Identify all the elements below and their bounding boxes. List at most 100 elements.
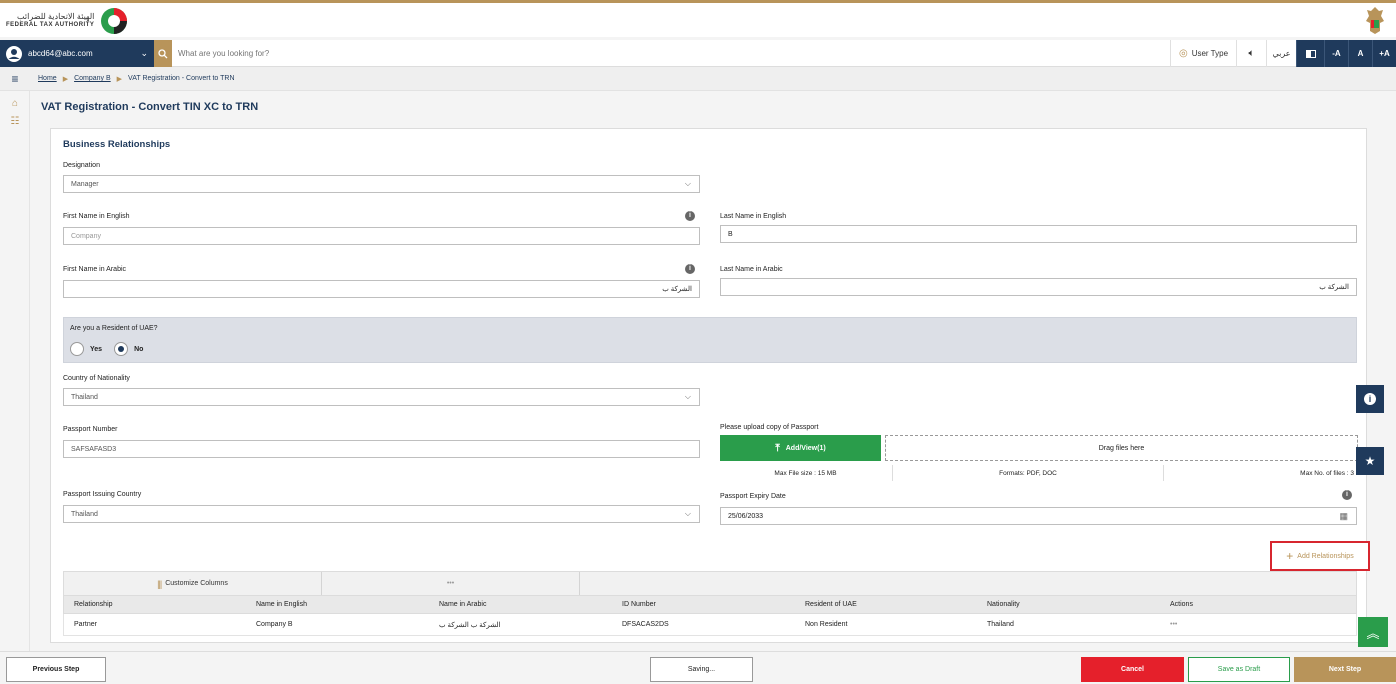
- search-icon: [158, 48, 168, 58]
- first-name-english-field[interactable]: Company: [63, 227, 700, 245]
- user-avatar-icon: [6, 45, 22, 62]
- home-icon[interactable]: ⌂: [0, 95, 30, 113]
- font-decrease-button[interactable]: -A: [1324, 40, 1348, 67]
- saving-button[interactable]: Saving...: [650, 657, 753, 682]
- menu-icon[interactable]: ≡: [0, 72, 30, 86]
- breadcrumb-separator-icon: ▶: [116, 75, 123, 83]
- cell-id-number: DFSACAS2DS: [622, 621, 669, 628]
- row-actions-button[interactable]: •••: [1170, 614, 1177, 635]
- user-type-label: User Type: [1191, 49, 1229, 58]
- expiry-date-value: 25/06/2033: [728, 512, 764, 520]
- column-header[interactable]: Name in English: [256, 596, 307, 613]
- designation-label: Designation: [63, 162, 100, 169]
- fta-emblem-icon: [101, 8, 128, 34]
- previous-step-button[interactable]: Previous Step: [6, 657, 106, 682]
- first-name-arabic-label: First Name in Arabic: [63, 266, 127, 273]
- cell-nationality: Thailand: [987, 621, 1014, 628]
- resident-no-radio[interactable]: [114, 342, 129, 356]
- expiry-date-field[interactable]: 25/06/2033 ▦: [720, 507, 1357, 525]
- toolbar-more-button[interactable]: •••: [322, 572, 580, 595]
- cell-resident: Non Resident: [805, 621, 848, 628]
- issuing-country-select[interactable]: Thailand ⌵: [63, 505, 700, 523]
- last-name-arabic-value: الشركة ب: [1319, 284, 1349, 291]
- column-header: Actions: [1170, 601, 1193, 608]
- contrast-toggle[interactable]: [1296, 40, 1324, 67]
- info-float-button[interactable]: i: [1356, 385, 1384, 413]
- issuing-country-value: Thailand: [71, 510, 98, 518]
- info-icon[interactable]: i: [685, 264, 695, 274]
- expiry-date-label: Passport Expiry Date: [720, 493, 786, 500]
- column-header[interactable]: Nationality: [987, 596, 1020, 613]
- fta-logo[interactable]: الهيئة الاتحادية للضرائب FEDERAL TAX AUT…: [6, 7, 128, 35]
- nationality-label: Country of Nationality: [63, 375, 130, 382]
- designation-select[interactable]: Manager ⌵: [63, 175, 700, 193]
- cell-relationship: Partner: [74, 621, 97, 628]
- star-icon: ★: [1364, 454, 1376, 468]
- scroll-top-button[interactable]: ︽: [1358, 617, 1388, 647]
- favorites-float-button[interactable]: ★: [1356, 447, 1384, 475]
- brand-name-arabic: الهيئة الاتحادية للضرائب: [17, 12, 95, 21]
- user-type-button[interactable]: ◎ User Type: [1170, 40, 1236, 67]
- add-view-upload-button[interactable]: ⤒ Add/View(1): [720, 435, 881, 461]
- uae-emblem-icon: [1366, 7, 1384, 34]
- first-name-arabic-field[interactable]: الشركة ب: [63, 280, 700, 298]
- left-rail: ⌂ ☷: [0, 91, 30, 651]
- upload-button-label: Add/View(1): [785, 444, 826, 452]
- font-normal-button[interactable]: A: [1348, 40, 1372, 67]
- grid-menu-icon[interactable]: ☷: [0, 113, 30, 131]
- breadcrumb-home[interactable]: Home: [38, 75, 57, 82]
- last-name-arabic-field[interactable]: الشركة ب: [720, 278, 1357, 296]
- resident-yes-radio[interactable]: [70, 342, 84, 356]
- column-header[interactable]: Relationship: [74, 596, 113, 613]
- designation-value: Manager: [71, 180, 99, 188]
- cancel-button[interactable]: Cancel: [1081, 657, 1184, 682]
- table-header: Relationship Name in English Name in Ara…: [63, 596, 1357, 614]
- chevron-down-icon: ⌄: [140, 48, 148, 58]
- audio-button[interactable]: 🔈︎: [1236, 40, 1266, 67]
- font-increase-button[interactable]: +A: [1372, 40, 1396, 67]
- calendar-icon[interactable]: ▦: [1339, 511, 1348, 522]
- footer-bar: Previous Step Saving... Cancel Save as D…: [0, 651, 1396, 684]
- business-relationships-panel: Business Relationships Designation Manag…: [50, 128, 1370, 643]
- next-step-button[interactable]: Next Step: [1294, 657, 1396, 682]
- column-header[interactable]: Name in Arabic: [439, 596, 486, 613]
- first-name-english-label: First Name in English: [63, 213, 130, 220]
- breadcrumb-company[interactable]: Company B: [74, 75, 111, 82]
- language-label: عربي: [1272, 49, 1291, 58]
- contrast-icon: [1305, 49, 1316, 58]
- resident-question-band: Are you a Resident of UAE? Yes No: [63, 317, 1357, 363]
- save-as-draft-button[interactable]: Save as Draft: [1188, 657, 1290, 682]
- user-menu[interactable]: abcd64@abc.com ⌄: [0, 40, 154, 67]
- resident-question: Are you a Resident of UAE?: [70, 325, 158, 332]
- chevron-down-icon: ⌵: [684, 509, 691, 518]
- search-input[interactable]: [178, 46, 678, 61]
- max-files: Max No. of files : 3: [1300, 469, 1354, 477]
- breadcrumb-separator-icon: ▶: [62, 75, 69, 83]
- info-icon: i: [1364, 393, 1376, 405]
- customize-columns-button[interactable]: ||| Customize Columns: [64, 572, 322, 595]
- language-toggle[interactable]: عربي: [1266, 40, 1296, 67]
- user-email: abcd64@abc.com: [28, 49, 93, 58]
- nationality-select[interactable]: Thailand ⌵: [63, 388, 700, 406]
- column-header[interactable]: Resident of UAE: [805, 596, 857, 613]
- brand-header: الهيئة الاتحادية للضرائب FEDERAL TAX AUT…: [0, 0, 1396, 37]
- breadcrumb-current: VAT Registration - Convert to TRN: [128, 75, 235, 82]
- last-name-english-value: B: [728, 230, 733, 238]
- column-header[interactable]: ID Number: [622, 596, 656, 613]
- info-icon[interactable]: i: [1342, 490, 1352, 500]
- cell-name-english: Company B: [256, 621, 293, 628]
- section-title: Business Relationships: [63, 139, 171, 150]
- page-title: VAT Registration - Convert TIN XC to TRN: [41, 101, 259, 113]
- search-button[interactable]: [154, 40, 172, 67]
- add-relationships-button[interactable]: + Add Relationships: [1270, 541, 1370, 571]
- plus-icon: +: [1286, 549, 1294, 563]
- file-dropzone[interactable]: Drag files here: [885, 435, 1358, 461]
- last-name-english-field[interactable]: B: [720, 225, 1357, 243]
- passport-number-field[interactable]: SAFSAFASD3: [63, 440, 700, 458]
- dropzone-label: Drag files here: [1098, 444, 1145, 452]
- info-icon[interactable]: i: [685, 211, 695, 221]
- double-chevron-up-icon: ︽: [1366, 625, 1380, 641]
- breadcrumb: ≡ Home ▶ Company B ▶ VAT Registration - …: [0, 67, 1396, 91]
- table-row[interactable]: Partner Company B الشركة ب الشركة ب DFSA…: [63, 614, 1357, 636]
- user-type-icon: ◎: [1178, 48, 1188, 59]
